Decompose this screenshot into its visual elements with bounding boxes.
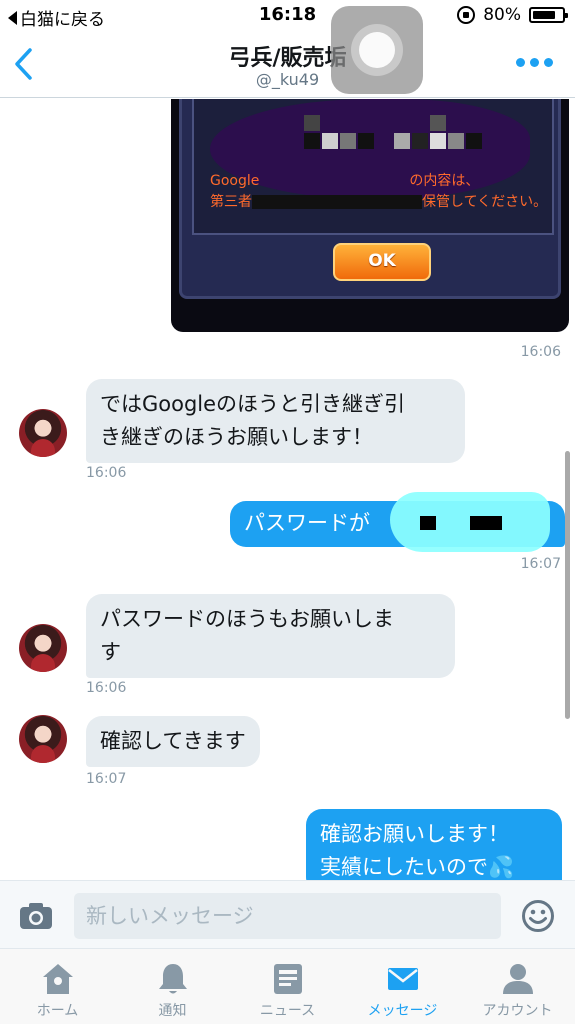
- scrollbar[interactable]: [565, 451, 570, 719]
- message-bubble-outgoing[interactable]: 確認お願いします！ 実績にしたいので💦: [306, 809, 562, 880]
- message-thread[interactable]: Google の内容は、 第三者 保管してください。 OK 16:06 ではGoog…: [0, 99, 575, 880]
- news-icon: [273, 964, 302, 994]
- person-icon: [502, 964, 533, 994]
- home-icon: [42, 964, 73, 994]
- envelope-icon: [387, 968, 418, 990]
- more-dot-icon: [544, 58, 553, 67]
- message-time: 16:06: [86, 465, 127, 481]
- tab-account[interactable]: アカウント: [460, 949, 575, 1024]
- more-dot-icon: [530, 58, 539, 67]
- tab-messages[interactable]: メッセージ: [345, 949, 460, 1024]
- shared-screenshot-image[interactable]: Google の内容は、 第三者 保管してください。 OK: [171, 99, 569, 332]
- avatar[interactable]: [19, 409, 67, 457]
- game-dialog-body: Google の内容は、 第三者 保管してください。: [192, 99, 554, 235]
- avatar[interactable]: [19, 624, 67, 672]
- battery-percent: 80%: [483, 5, 521, 25]
- message-bubble-incoming[interactable]: パスワードのほうもお願いしま す: [86, 594, 455, 678]
- message-time: 16:07: [520, 556, 561, 572]
- message-time: 16:07: [86, 771, 127, 787]
- new-message-input[interactable]: [74, 893, 501, 939]
- conversation-handle: @_ku49: [255, 70, 320, 89]
- message-bubble-incoming[interactable]: 確認してきます: [86, 716, 260, 767]
- assistive-touch-button[interactable]: [331, 6, 423, 94]
- bell-icon: [158, 964, 187, 994]
- redaction-scribble: [390, 492, 550, 552]
- game-dialog: Google の内容は、 第三者 保管してください。 OK: [179, 99, 561, 299]
- avatar[interactable]: [19, 715, 67, 763]
- camera-icon[interactable]: [18, 901, 54, 931]
- tab-bar: ホーム 通知 ニュース メッセージ アカウント: [0, 948, 575, 1024]
- battery-icon: [529, 7, 568, 23]
- game-ok-button: OK: [333, 243, 431, 281]
- message-composer: [0, 880, 575, 948]
- message-bubble-incoming[interactable]: ではGoogleのほうと引き継ぎ引 き継ぎのほうお願いします！: [86, 379, 465, 463]
- message-time: 16:06: [86, 680, 127, 696]
- conversation-header: 弓兵/販売垢 @_ku49: [0, 32, 575, 98]
- more-dot-icon: [516, 58, 525, 67]
- tab-home[interactable]: ホーム: [0, 949, 115, 1024]
- status-bar: 白猫に戻る 16:18 80%: [0, 0, 575, 32]
- conversation-title: 弓兵/販売垢: [228, 46, 347, 71]
- rotation-lock-icon: [457, 6, 476, 24]
- more-options-button[interactable]: [516, 58, 553, 67]
- emoji-icon[interactable]: [521, 899, 555, 933]
- tab-notifications[interactable]: 通知: [115, 949, 230, 1024]
- game-warning-text: Google の内容は、 第三者 保管してください。: [210, 173, 548, 210]
- tab-news[interactable]: ニュース: [230, 949, 345, 1024]
- status-indicators: 80%: [457, 5, 568, 25]
- message-time: 16:06: [520, 344, 561, 360]
